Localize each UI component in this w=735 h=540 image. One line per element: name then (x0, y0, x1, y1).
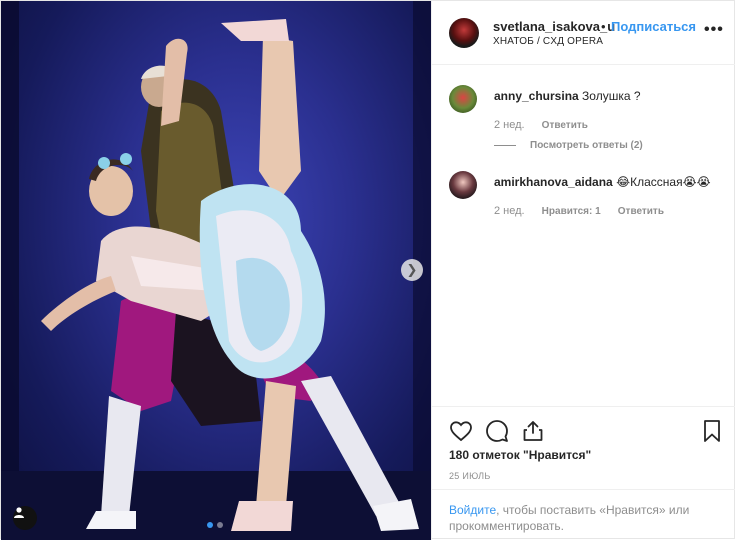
post-sidebar: svetlana_isakova_u • Подписаться ХНАТОБ … (431, 1, 735, 540)
reply-button[interactable]: Ответить (618, 206, 664, 217)
comment-body: Золушка ? (582, 89, 641, 103)
more-options-icon[interactable]: ••• (704, 21, 724, 39)
likes-count[interactable]: 180 отметок "Нравится" (449, 448, 591, 462)
post-actions (432, 406, 735, 451)
carousel-dot-active (207, 522, 213, 528)
reply-button[interactable]: Ответить (542, 120, 588, 131)
comment-time[interactable]: 2 нед. (494, 119, 525, 131)
author-username[interactable]: svetlana_isakova_u (493, 19, 615, 34)
login-prompt-text: Войдите, чтобы поставить «Нравится» или … (449, 502, 719, 534)
post-photo[interactable]: ❯ (1, 1, 431, 540)
login-prompt: Войдите, чтобы поставить «Нравится» или … (432, 489, 735, 540)
comment-button[interactable] (485, 419, 509, 443)
bookmark-icon (704, 420, 720, 442)
comment-body: 😂Классная😭😭 (616, 175, 711, 189)
comment-text: amirkhanova_aidana 😂Классная😭😭 (494, 175, 711, 189)
login-link[interactable]: Войдите (449, 503, 496, 517)
save-button[interactable] (700, 419, 724, 443)
carousel-indicator (207, 522, 223, 528)
replies-divider (494, 144, 516, 146)
user-icon (14, 507, 24, 518)
share-icon (523, 421, 543, 441)
author-avatar[interactable] (449, 18, 479, 48)
comment-username[interactable]: amirkhanova_aidana (494, 175, 613, 189)
post-header: svetlana_isakova_u • Подписаться ХНАТОБ … (432, 1, 735, 65)
view-replies-button[interactable]: Посмотреть ответы (2) (494, 140, 643, 151)
comment-likes-button[interactable]: Нравится: 1 (542, 206, 601, 217)
view-replies-label: Посмотреть ответы (2) (530, 140, 643, 151)
comment-username[interactable]: anny_chursina (494, 89, 579, 103)
separator-bullet: • (601, 19, 606, 34)
tagged-users-button[interactable] (13, 506, 37, 530)
comment-bubble-icon (486, 420, 508, 442)
commenter-avatar[interactable] (449, 85, 477, 113)
commenter-avatar[interactable] (449, 171, 477, 199)
share-button[interactable] (521, 419, 545, 443)
instagram-post: ❯ svetlana_isakova_u • Подписаться ХНАТО… (0, 0, 735, 540)
post-location[interactable]: ХНАТОБ / CХД OPERA (493, 36, 603, 47)
post-date[interactable]: 25 ИЮЛЬ (449, 471, 491, 481)
like-button[interactable] (449, 419, 473, 443)
comment-meta: 2 нед. Нравится: 1 Ответить (494, 205, 678, 217)
carousel-dot (217, 522, 223, 528)
follow-button[interactable]: Подписаться (611, 19, 696, 34)
comment-meta: 2 нед. Ответить (494, 119, 602, 131)
heart-icon (450, 421, 472, 442)
chevron-right-icon: ❯ (406, 262, 418, 277)
comment-time[interactable]: 2 нед. (494, 205, 525, 217)
comment-text: anny_chursina Золушка ? (494, 89, 641, 103)
ballet-photo-illustration (1, 1, 431, 540)
next-photo-button[interactable]: ❯ (401, 259, 423, 281)
